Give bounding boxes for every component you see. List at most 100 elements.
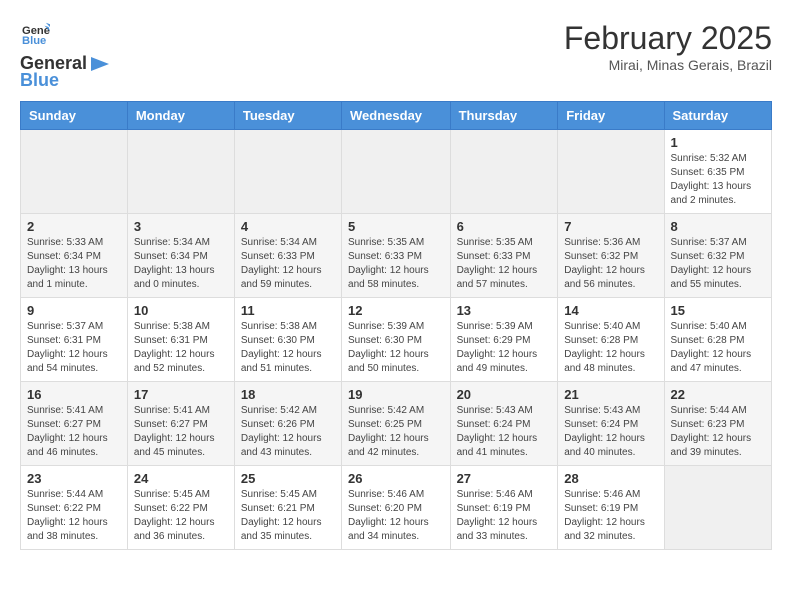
day-info: Sunrise: 5:43 AM Sunset: 6:24 PM Dayligh… bbox=[564, 404, 657, 460]
calendar-week-3: 9 Sunrise: 5:37 AM Sunset: 6:31 PM Daylig… bbox=[21, 298, 772, 382]
day-number: 25 bbox=[241, 471, 335, 486]
logo-icon: General Blue bbox=[22, 20, 50, 48]
table-row: 5 Sunrise: 5:35 AM Sunset: 6:33 PM Daylig… bbox=[342, 214, 451, 298]
day-number: 4 bbox=[241, 219, 335, 234]
col-saturday: Saturday bbox=[664, 102, 771, 130]
table-row: 19 Sunrise: 5:42 AM Sunset: 6:25 PM Dayli… bbox=[342, 382, 451, 466]
day-number: 1 bbox=[671, 135, 765, 150]
day-info: Sunrise: 5:34 AM Sunset: 6:33 PM Dayligh… bbox=[241, 236, 335, 292]
col-tuesday: Tuesday bbox=[234, 102, 341, 130]
table-row bbox=[450, 130, 558, 214]
day-info: Sunrise: 5:35 AM Sunset: 6:33 PM Dayligh… bbox=[457, 236, 552, 292]
day-info: Sunrise: 5:36 AM Sunset: 6:32 PM Dayligh… bbox=[564, 236, 657, 292]
day-info: Sunrise: 5:40 AM Sunset: 6:28 PM Dayligh… bbox=[671, 320, 765, 376]
day-number: 23 bbox=[27, 471, 121, 486]
table-row: 7 Sunrise: 5:36 AM Sunset: 6:32 PM Daylig… bbox=[558, 214, 664, 298]
col-sunday: Sunday bbox=[21, 102, 128, 130]
day-info: Sunrise: 5:38 AM Sunset: 6:31 PM Dayligh… bbox=[134, 320, 228, 376]
table-row: 1 Sunrise: 5:32 AM Sunset: 6:35 PM Daylig… bbox=[664, 130, 771, 214]
table-row: 11 Sunrise: 5:38 AM Sunset: 6:30 PM Dayli… bbox=[234, 298, 341, 382]
day-number: 15 bbox=[671, 303, 765, 318]
day-info: Sunrise: 5:44 AM Sunset: 6:22 PM Dayligh… bbox=[27, 488, 121, 544]
day-info: Sunrise: 5:37 AM Sunset: 6:31 PM Dayligh… bbox=[27, 320, 121, 376]
table-row bbox=[234, 130, 341, 214]
table-row: 14 Sunrise: 5:40 AM Sunset: 6:28 PM Dayli… bbox=[558, 298, 664, 382]
table-row: 20 Sunrise: 5:43 AM Sunset: 6:24 PM Dayli… bbox=[450, 382, 558, 466]
day-info: Sunrise: 5:32 AM Sunset: 6:35 PM Dayligh… bbox=[671, 152, 765, 208]
day-number: 11 bbox=[241, 303, 335, 318]
calendar-week-5: 23 Sunrise: 5:44 AM Sunset: 6:22 PM Dayli… bbox=[21, 466, 772, 550]
day-info: Sunrise: 5:45 AM Sunset: 6:22 PM Dayligh… bbox=[134, 488, 228, 544]
day-info: Sunrise: 5:46 AM Sunset: 6:19 PM Dayligh… bbox=[564, 488, 657, 544]
day-info: Sunrise: 5:42 AM Sunset: 6:26 PM Dayligh… bbox=[241, 404, 335, 460]
table-row: 9 Sunrise: 5:37 AM Sunset: 6:31 PM Daylig… bbox=[21, 298, 128, 382]
day-number: 13 bbox=[457, 303, 552, 318]
table-row: 3 Sunrise: 5:34 AM Sunset: 6:34 PM Daylig… bbox=[127, 214, 234, 298]
table-row: 27 Sunrise: 5:46 AM Sunset: 6:19 PM Dayli… bbox=[450, 466, 558, 550]
day-number: 10 bbox=[134, 303, 228, 318]
table-row: 22Sunrise: 5:44 AM Sunset: 6:23 PM Dayli… bbox=[664, 382, 771, 466]
day-info: Sunrise: 5:41 AM Sunset: 6:27 PM Dayligh… bbox=[27, 404, 121, 460]
day-info: Sunrise: 5:37 AM Sunset: 6:32 PM Dayligh… bbox=[671, 236, 765, 292]
table-row: 18 Sunrise: 5:42 AM Sunset: 6:26 PM Dayli… bbox=[234, 382, 341, 466]
table-row: 4 Sunrise: 5:34 AM Sunset: 6:33 PM Daylig… bbox=[234, 214, 341, 298]
calendar-header-row: Sunday Monday Tuesday Wednesday Thursday… bbox=[21, 102, 772, 130]
calendar-subtitle: Mirai, Minas Gerais, Brazil bbox=[564, 57, 772, 73]
day-info: Sunrise: 5:41 AM Sunset: 6:27 PM Dayligh… bbox=[134, 404, 228, 460]
day-number: 21 bbox=[564, 387, 657, 402]
logo-flag-icon bbox=[89, 55, 111, 73]
day-number: 12 bbox=[348, 303, 444, 318]
day-info: Sunrise: 5:35 AM Sunset: 6:33 PM Dayligh… bbox=[348, 236, 444, 292]
day-info: Sunrise: 5:44 AM Sunset: 6:23 PM Dayligh… bbox=[671, 404, 765, 460]
table-row bbox=[127, 130, 234, 214]
calendar-table: Sunday Monday Tuesday Wednesday Thursday… bbox=[20, 101, 772, 550]
day-info: Sunrise: 5:46 AM Sunset: 6:19 PM Dayligh… bbox=[457, 488, 552, 544]
table-row: 2 Sunrise: 5:33 AM Sunset: 6:34 PM Daylig… bbox=[21, 214, 128, 298]
day-info: Sunrise: 5:42 AM Sunset: 6:25 PM Dayligh… bbox=[348, 404, 444, 460]
day-number: 2 bbox=[27, 219, 121, 234]
day-number: 8 bbox=[671, 219, 765, 234]
col-thursday: Thursday bbox=[450, 102, 558, 130]
table-row: 10 Sunrise: 5:38 AM Sunset: 6:31 PM Dayli… bbox=[127, 298, 234, 382]
day-info: Sunrise: 5:39 AM Sunset: 6:30 PM Dayligh… bbox=[348, 320, 444, 376]
table-row: 23 Sunrise: 5:44 AM Sunset: 6:22 PM Dayli… bbox=[21, 466, 128, 550]
day-number: 26 bbox=[348, 471, 444, 486]
day-number: 9 bbox=[27, 303, 121, 318]
day-number: 7 bbox=[564, 219, 657, 234]
day-info: Sunrise: 5:33 AM Sunset: 6:34 PM Dayligh… bbox=[27, 236, 121, 292]
table-row: 28Sunrise: 5:46 AM Sunset: 6:19 PM Dayli… bbox=[558, 466, 664, 550]
table-row: 26 Sunrise: 5:46 AM Sunset: 6:20 PM Dayli… bbox=[342, 466, 451, 550]
page-header: General Blue General Blue February 2025 … bbox=[20, 20, 772, 91]
table-row: 21 Sunrise: 5:43 AM Sunset: 6:24 PM Dayli… bbox=[558, 382, 664, 466]
logo: General Blue General Blue bbox=[20, 20, 111, 91]
table-row: 6 Sunrise: 5:35 AM Sunset: 6:33 PM Daylig… bbox=[450, 214, 558, 298]
calendar-title: February 2025 bbox=[564, 20, 772, 57]
table-row bbox=[21, 130, 128, 214]
table-row: 24 Sunrise: 5:45 AM Sunset: 6:22 PM Dayli… bbox=[127, 466, 234, 550]
day-info: Sunrise: 5:40 AM Sunset: 6:28 PM Dayligh… bbox=[564, 320, 657, 376]
day-info: Sunrise: 5:45 AM Sunset: 6:21 PM Dayligh… bbox=[241, 488, 335, 544]
day-number: 6 bbox=[457, 219, 552, 234]
day-number: 19 bbox=[348, 387, 444, 402]
title-section: February 2025 Mirai, Minas Gerais, Brazi… bbox=[564, 20, 772, 73]
day-number: 17 bbox=[134, 387, 228, 402]
day-info: Sunrise: 5:43 AM Sunset: 6:24 PM Dayligh… bbox=[457, 404, 552, 460]
day-info: Sunrise: 5:34 AM Sunset: 6:34 PM Dayligh… bbox=[134, 236, 228, 292]
day-number: 20 bbox=[457, 387, 552, 402]
table-row: 25 Sunrise: 5:45 AM Sunset: 6:21 PM Dayli… bbox=[234, 466, 341, 550]
day-number: 27 bbox=[457, 471, 552, 486]
day-number: 3 bbox=[134, 219, 228, 234]
day-number: 18 bbox=[241, 387, 335, 402]
col-friday: Friday bbox=[558, 102, 664, 130]
day-info: Sunrise: 5:46 AM Sunset: 6:20 PM Dayligh… bbox=[348, 488, 444, 544]
table-row: 12 Sunrise: 5:39 AM Sunset: 6:30 PM Dayli… bbox=[342, 298, 451, 382]
table-row: 8 Sunrise: 5:37 AM Sunset: 6:32 PM Daylig… bbox=[664, 214, 771, 298]
table-row: 17 Sunrise: 5:41 AM Sunset: 6:27 PM Dayli… bbox=[127, 382, 234, 466]
calendar-week-1: 1 Sunrise: 5:32 AM Sunset: 6:35 PM Daylig… bbox=[21, 130, 772, 214]
day-number: 16 bbox=[27, 387, 121, 402]
day-number: 14 bbox=[564, 303, 657, 318]
day-number: 5 bbox=[348, 219, 444, 234]
table-row bbox=[342, 130, 451, 214]
day-number: 24 bbox=[134, 471, 228, 486]
day-info: Sunrise: 5:38 AM Sunset: 6:30 PM Dayligh… bbox=[241, 320, 335, 376]
